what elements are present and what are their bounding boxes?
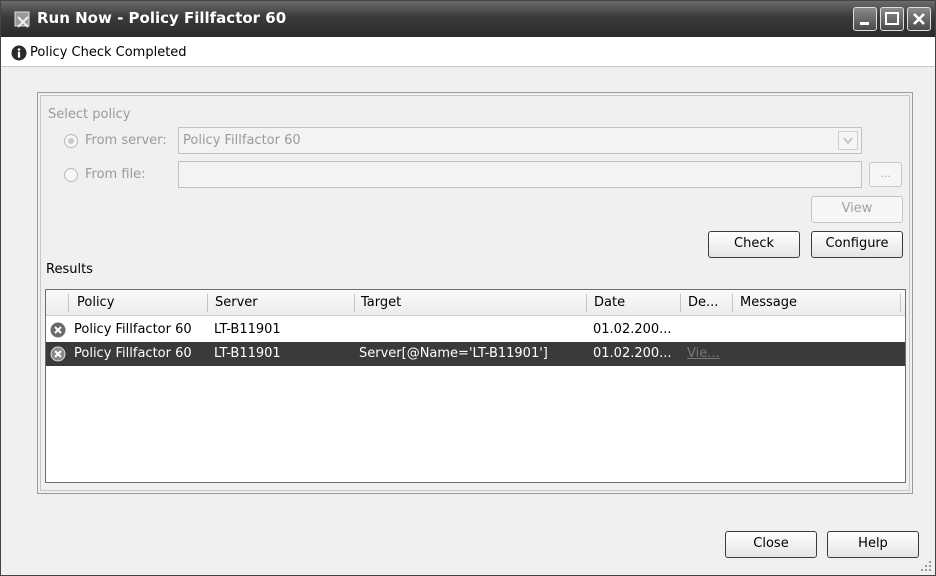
- results-header: Policy Server Target Date De... Message: [46, 290, 905, 316]
- cell-target: Server[@Name='LT-B11901']: [359, 346, 548, 361]
- column-header-details[interactable]: De...: [688, 295, 718, 310]
- check-button[interactable]: Check: [708, 231, 800, 258]
- column-header-target[interactable]: Target: [361, 295, 401, 310]
- cell-policy: Policy Fillfactor 60: [74, 346, 192, 361]
- policy-app-icon: [14, 11, 30, 28]
- minimize-icon: [860, 22, 869, 25]
- status-text: Policy Check Completed: [30, 45, 187, 60]
- window-title: Run Now - Policy Fillfactor 60: [37, 9, 287, 27]
- cell-server: LT-B11901: [214, 346, 281, 361]
- server-policy-select[interactable]: Policy Fillfactor 60: [178, 127, 862, 154]
- policy-file-field[interactable]: [178, 161, 862, 188]
- close-icon: [913, 13, 925, 25]
- cell-details-link[interactable]: Vie...: [687, 346, 729, 361]
- view-button[interactable]: View: [811, 196, 903, 223]
- results-label: Results: [46, 262, 93, 277]
- status-bar: Policy Check Completed: [1, 37, 935, 67]
- from-server-label: From server:: [85, 133, 167, 148]
- column-separator[interactable]: [586, 294, 587, 312]
- close-button[interactable]: Close: [725, 531, 817, 558]
- run-now-dialog: Run Now - Policy Fillfactor 60 Policy Ch…: [0, 0, 936, 576]
- error-x-icon: [50, 346, 66, 362]
- column-separator[interactable]: [354, 294, 355, 312]
- cell-date: 01.02.200...: [593, 346, 672, 361]
- column-separator[interactable]: [207, 294, 208, 312]
- from-file-label: From file:: [85, 167, 146, 182]
- help-button[interactable]: Help: [827, 531, 919, 558]
- column-header-date[interactable]: Date: [594, 295, 625, 310]
- column-header-policy[interactable]: Policy: [77, 295, 114, 310]
- cell-policy: Policy Fillfactor 60: [74, 322, 192, 337]
- resize-grip-icon[interactable]: [920, 560, 932, 572]
- info-icon: [11, 45, 27, 61]
- column-header-server[interactable]: Server: [215, 295, 258, 310]
- cell-date: 01.02.200...: [593, 322, 672, 337]
- error-x-icon: [50, 322, 66, 338]
- column-separator[interactable]: [680, 294, 681, 312]
- configure-button[interactable]: Configure: [811, 231, 903, 258]
- column-separator[interactable]: [900, 294, 901, 312]
- column-header-message[interactable]: Message: [740, 295, 797, 310]
- table-row[interactable]: Policy Fillfactor 60 LT-B11901 01.02.200…: [46, 318, 905, 342]
- select-policy-label: Select policy: [48, 107, 131, 122]
- dropdown-button[interactable]: [838, 131, 858, 150]
- from-file-radio[interactable]: [64, 168, 78, 182]
- table-row-selected[interactable]: Policy Fillfactor 60 LT-B11901 Server[@N…: [46, 342, 905, 366]
- minimize-button[interactable]: [853, 7, 877, 31]
- from-server-radio[interactable]: [64, 134, 78, 148]
- close-window-button[interactable]: [907, 7, 931, 31]
- column-separator[interactable]: [68, 294, 69, 312]
- browse-button[interactable]: ...: [869, 162, 902, 187]
- title-bar[interactable]: Run Now - Policy Fillfactor 60: [1, 1, 935, 37]
- results-table[interactable]: Policy Server Target Date De... Message …: [45, 289, 906, 483]
- maximize-button[interactable]: [880, 7, 904, 31]
- chevron-down-icon: [843, 137, 853, 145]
- cell-server: LT-B11901: [214, 322, 281, 337]
- server-policy-value: Policy Fillfactor 60: [183, 133, 301, 148]
- maximize-icon: [885, 12, 899, 25]
- column-separator[interactable]: [732, 294, 733, 312]
